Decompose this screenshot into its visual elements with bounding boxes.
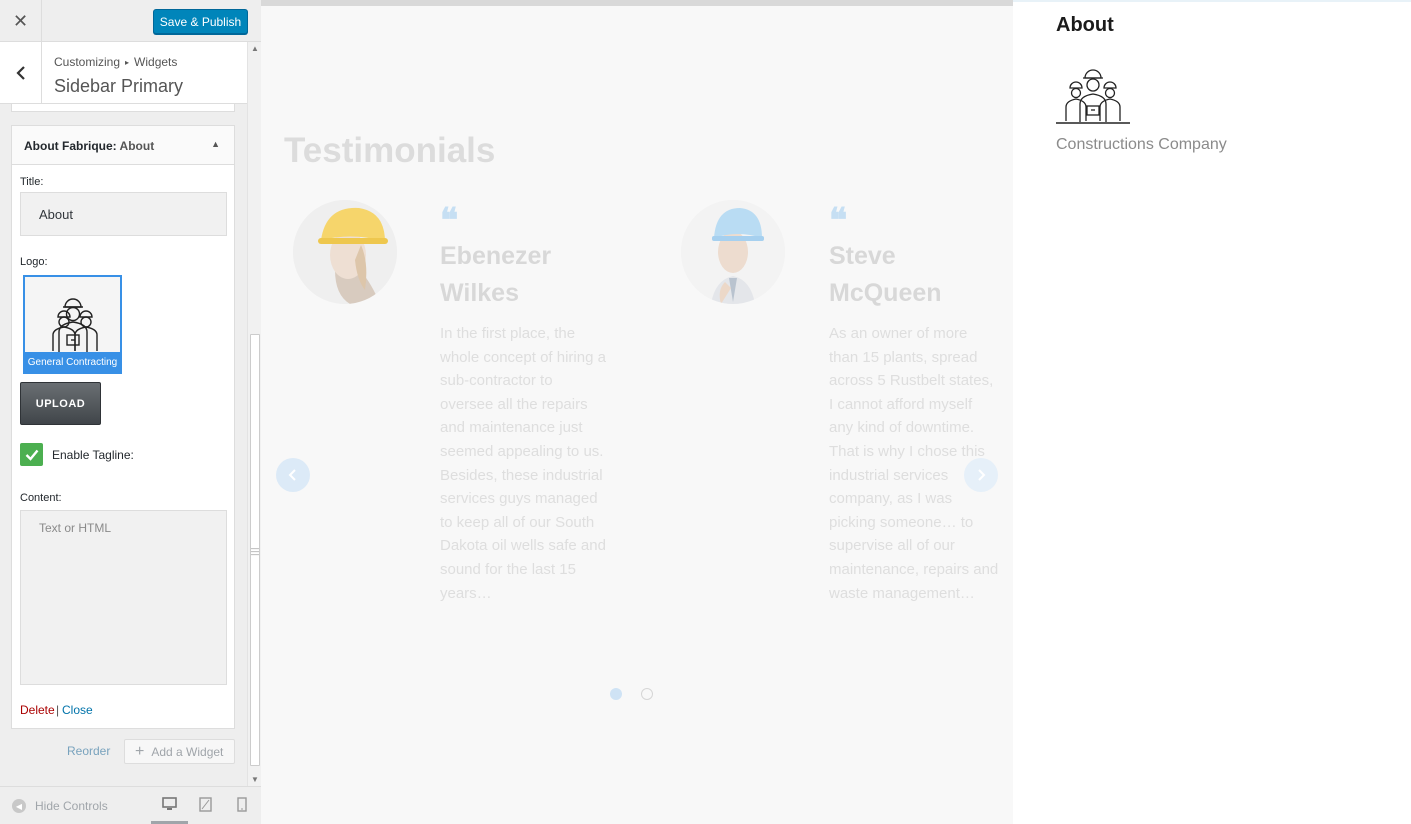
testimonial-text: In the first place, the whole concept of… [440,325,606,602]
tablet-icon[interactable] [199,797,212,812]
testimonial-photo [293,200,397,304]
chevron-right-icon [978,469,986,481]
upload-button[interactable]: UPLOAD [20,382,101,425]
desktop-icon[interactable] [162,797,177,811]
previous-section-edge [261,0,1013,6]
close-icon: ✕ [12,10,29,31]
link-separator: | [56,703,60,717]
slider-dot-active[interactable] [610,688,622,700]
close-widget-link[interactable]: Close [62,703,93,717]
logo-label: Logo: [20,256,48,268]
testimonials-heading: Testimonials [284,131,496,170]
delete-widget-link[interactable]: Delete [20,703,55,717]
widget-instance-title: About [119,139,155,153]
scrollbar-thumb[interactable]: — — — [250,334,260,766]
section-title: Sidebar Primary [54,76,184,96]
customizer-header: ✕ Save & Publish [0,0,261,42]
widgets-scroll-area: About Fabrique: About ▲ Title: About Log… [0,104,247,786]
breadcrumb-separator-icon: ▸ [125,58,130,67]
close-customizer-button[interactable]: ✕ [0,0,42,42]
title-label: Title: [20,176,44,188]
workers-logo-icon [52,298,98,352]
hide-controls-button[interactable]: ◀ Hide Controls [12,799,108,813]
quote-icon: ❝ [829,201,848,241]
breadcrumb: Customizing ▸ Widgets [54,55,177,69]
preview-sidebar: About Constructions Company [1013,0,1411,824]
scrollbar-grip-icon: — — — [251,544,259,559]
widget-header[interactable]: About Fabrique: About ▲ [12,126,234,165]
breadcrumb-section: Widgets [134,55,178,69]
enable-tagline-label: Enable Tagline: [52,448,134,462]
collapse-arrow-icon[interactable]: ▲ [211,139,220,149]
content-label: Content: [20,492,62,504]
sidebar-scrollbar[interactable]: ▲ — — — ▼ [247,42,261,786]
man-hardhat-photo [681,200,785,304]
previous-widget [11,104,235,112]
chevron-left-icon [288,469,296,481]
quote-icon: ❝ [440,201,459,241]
customizer-footer: ◀ Hide Controls [0,786,261,824]
about-widget-form: About Fabrique: About ▲ Title: About Log… [11,125,235,729]
hide-controls-label: Hide Controls [35,799,108,813]
scroll-down-arrow-icon[interactable]: ▼ [251,775,259,784]
checkmark-icon [25,449,38,461]
plus-icon: + [135,742,145,760]
section-header: Customizing ▸ Widgets Sidebar Primary [0,42,247,104]
widget-title: About Fabrique: About [24,139,154,153]
sidebar-top-border [1013,0,1411,2]
preview-content-area: Testimonials ❝ Ebenezer Wilkes In the fi… [261,0,1013,824]
customizer-panel: ✕ Save & Publish Customizing ▸ Widgets Sid… [0,0,261,824]
sidebar-widget-tagline: Constructions Company [1056,136,1227,153]
logo-caption: General Contracting [25,352,120,372]
logo-thumbnail[interactable]: General Contracting [23,275,122,374]
woman-hardhat-photo [293,200,397,304]
slider-next-button[interactable] [964,458,998,492]
site-preview: Testimonials ❝ Ebenezer Wilkes In the fi… [261,0,1411,824]
enable-tagline-checkbox[interactable] [20,443,43,466]
slider-prev-button[interactable] [276,458,310,492]
reorder-widgets-link[interactable]: Reorder [67,744,110,758]
slider-dot[interactable] [641,688,653,700]
chevron-left-icon [15,66,25,80]
testimonial-photo [681,200,785,304]
testimonial-name: Steve McQueen [829,242,942,307]
workers-logo-icon [1056,69,1130,124]
add-widget-label: Add a Widget [151,744,224,759]
back-button[interactable] [0,42,42,104]
widget-type-name: About Fabrique: [24,139,117,153]
title-input[interactable]: About [20,192,227,236]
mobile-icon[interactable] [237,797,247,812]
content-textarea[interactable]: Text or HTML [20,510,227,685]
sidebar-widget-title: About [1056,14,1114,36]
scroll-up-arrow-icon[interactable]: ▲ [251,44,259,53]
save-publish-button[interactable]: Save & Publish [153,9,248,34]
testimonial-name: Ebenezer Wilkes [440,242,552,307]
breadcrumb-root: Customizing [54,55,121,69]
add-widget-button[interactable]: + Add a Widget [124,739,235,764]
collapse-sidebar-icon: ◀ [12,799,26,813]
